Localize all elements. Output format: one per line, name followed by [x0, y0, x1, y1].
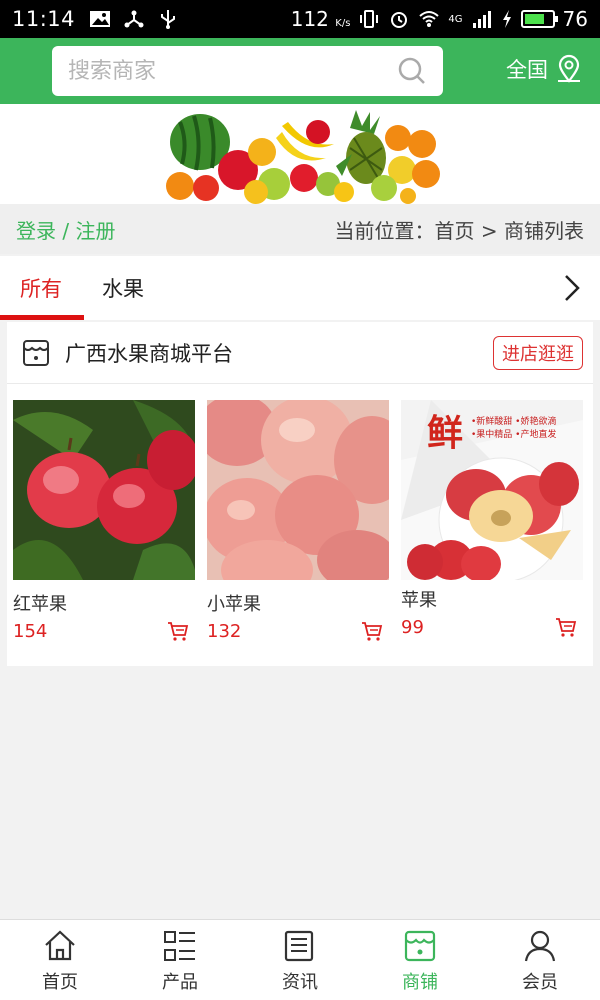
status-time: 11:14	[12, 7, 76, 31]
nav-label-news: 资讯	[282, 972, 318, 993]
product-name: 苹果	[401, 590, 437, 611]
product-price: 132	[207, 620, 242, 642]
alarm-icon	[391, 12, 408, 28]
nav-item-member[interactable]: 会员	[480, 920, 600, 1000]
breadcrumb: 当前位置：首页 > 商铺列表	[334, 218, 584, 243]
bottom-nav: 首页 产品 资讯 商铺 会员	[0, 919, 600, 1000]
image-icon	[90, 11, 111, 27]
signal-icon	[472, 11, 491, 28]
vibrate-icon	[360, 10, 379, 28]
battery-icon	[520, 10, 558, 28]
search-input[interactable]	[68, 58, 397, 84]
shop-header: 广西水果商城平台 进店逛逛	[7, 322, 593, 384]
promo-line-1: •新鲜酸甜 •娇艳欲滴	[471, 417, 557, 427]
search-box[interactable]	[52, 46, 443, 96]
category-tabs: 所有 水果	[0, 256, 600, 320]
usb-icon	[161, 10, 176, 29]
tab-fruit[interactable]: 水果	[82, 256, 164, 320]
shop-icon	[404, 930, 436, 962]
home-icon	[45, 930, 75, 961]
product-image-red-apple[interactable]	[13, 400, 199, 580]
nav-label-shops: 商铺	[402, 972, 438, 993]
nav-label-home: 首页	[42, 972, 78, 993]
cart-icon[interactable]	[167, 620, 189, 642]
nav-item-news[interactable]: 资讯	[240, 920, 360, 1000]
search-icon[interactable]	[397, 56, 427, 86]
tab-all[interactable]: 所有	[0, 256, 84, 320]
network-speed-unit: K/s	[335, 18, 351, 29]
wifi-icon	[419, 11, 440, 27]
charging-icon	[502, 10, 511, 28]
product-price: 154	[13, 620, 48, 642]
network-speed: 112	[290, 7, 329, 31]
region-label: 全国	[506, 58, 548, 82]
product-name: 红苹果	[13, 594, 67, 615]
battery-level: 76	[562, 7, 588, 31]
breadcrumb-bar: 登录 / 注册 当前位置：首页 > 商铺列表	[0, 204, 600, 254]
product-image-small-apple[interactable]	[197, 394, 410, 600]
promo-fresh-character: 鲜	[427, 412, 464, 454]
nav-label-products: 产品	[162, 972, 198, 993]
store-icon	[23, 339, 49, 366]
promo-text: •新鲜酸甜 •娇艳欲滴 •果中精品 •产地直发	[471, 416, 556, 442]
shop-name: 广西水果商城平台	[65, 341, 233, 366]
cart-icon[interactable]	[361, 620, 383, 642]
product-name: 小苹果	[207, 594, 261, 615]
list-icon	[164, 931, 195, 961]
product-price: 99	[401, 616, 424, 638]
news-icon	[284, 930, 314, 962]
status-bar: 11:14 112 K/s 4G 76	[0, 0, 600, 38]
app-header: 全国	[0, 38, 600, 104]
promo-line-2: •果中精品 •产地直发	[471, 430, 557, 440]
product-card[interactable]: 小苹果 132	[197, 394, 410, 642]
product-list: 红苹果 154 小苹果 132 鲜 •新鲜酸甜 •娇艳欲滴 •果中精品 •产地直…	[7, 384, 593, 642]
enter-shop-button[interactable]: 进店逛逛	[493, 335, 583, 370]
nav-item-products[interactable]: 产品	[120, 920, 240, 1000]
network-type: 4G	[448, 13, 463, 25]
user-icon	[524, 930, 556, 962]
fruit-banner-image[interactable]	[158, 108, 450, 204]
share-icon	[124, 10, 144, 28]
nav-item-shops[interactable]: 商铺	[360, 920, 480, 1000]
nav-item-home[interactable]: 首页	[0, 920, 120, 1000]
cart-icon[interactable]	[555, 616, 577, 638]
location-pin-icon	[558, 54, 580, 83]
login-register-link[interactable]: 登录 / 注册	[16, 215, 115, 244]
nav-label-member: 会员	[522, 972, 558, 993]
product-card[interactable]: 红苹果 154	[13, 400, 199, 642]
banner-area	[0, 104, 600, 204]
chevron-right-icon[interactable]	[558, 274, 586, 302]
product-card[interactable]: 鲜 •新鲜酸甜 •娇艳欲滴 •果中精品 •产地直发 苹果 99	[401, 400, 583, 642]
region-selector[interactable]: 全国	[506, 54, 584, 84]
product-image-apple[interactable]: 鲜 •新鲜酸甜 •娇艳欲滴 •果中精品 •产地直发	[401, 400, 583, 580]
shop-card: 广西水果商城平台 进店逛逛 红苹果 154 小苹果 132 鲜 •新鲜酸甜 •娇…	[7, 322, 593, 666]
